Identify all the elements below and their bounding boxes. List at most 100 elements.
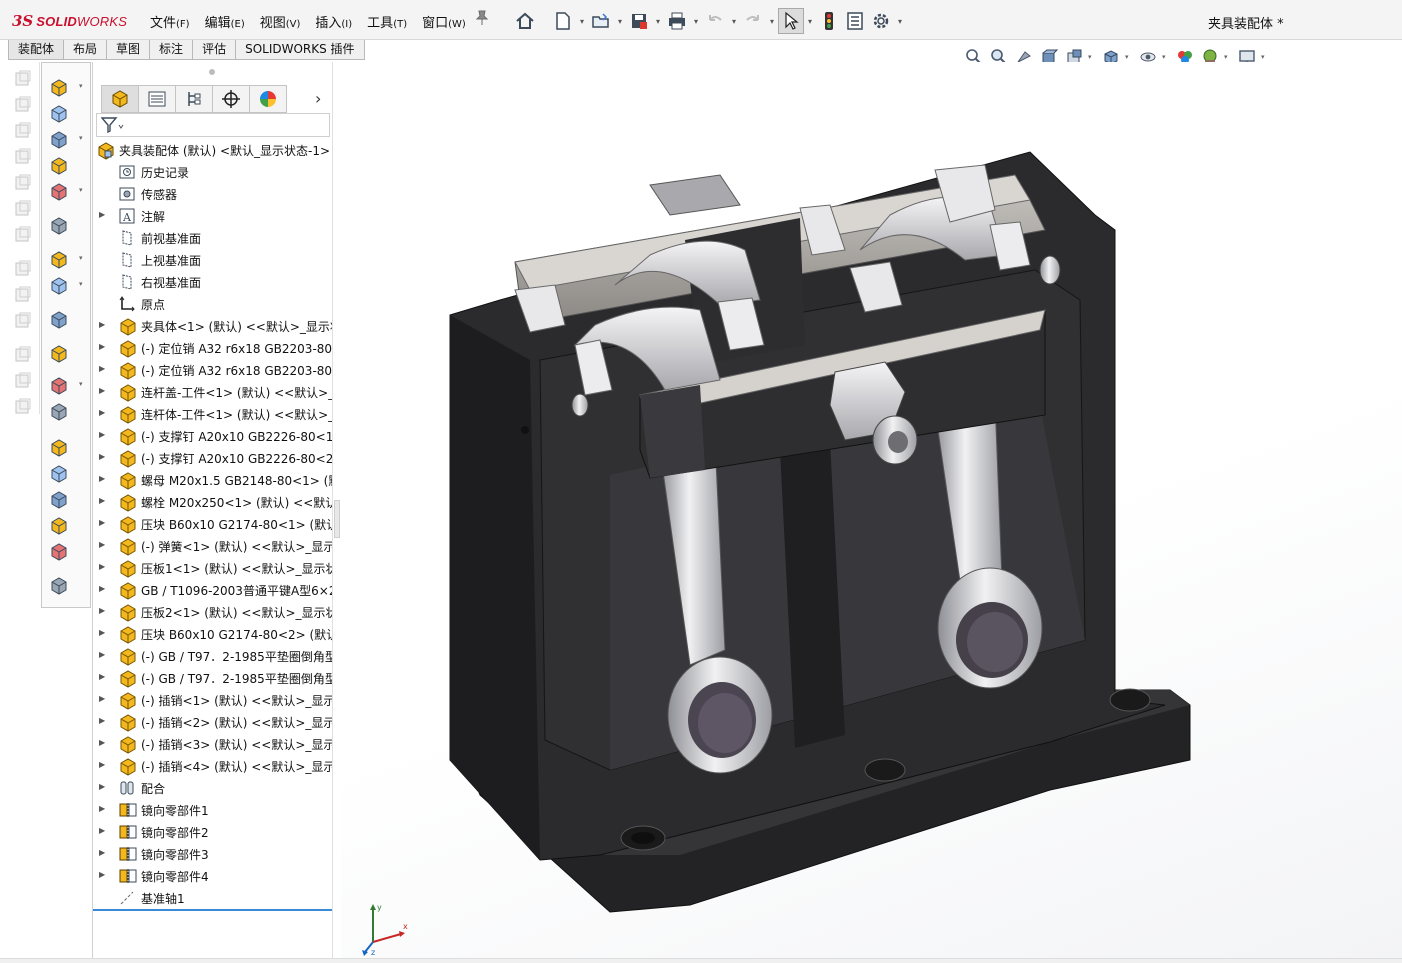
expand-chevron-icon[interactable]: ▶ [99,452,105,461]
view-orientation-dropdown-icon[interactable]: ▾ [1088,53,1096,61]
home-icon[interactable] [512,8,538,34]
tree-item[interactable]: ▶ (-) 插销<3> (默认) <<默认>_显示状 [93,733,333,755]
tree-item[interactable]: ▶ 镜向零部件1 [93,799,333,821]
hide-show-dropdown-icon[interactable]: ▾ [1162,53,1170,61]
expand-chevron-icon[interactable]: ▶ [99,870,105,879]
tree-item[interactable]: ▶ 夹具体<1> (默认) <<默认>_显示状 [93,315,333,337]
tree-item[interactable]: 传感器 [93,183,333,205]
move-component-dropdown-icon[interactable]: ▾ [79,186,83,194]
displaymanager-tab[interactable] [249,85,287,113]
fixture-assembly-model[interactable] [341,62,1402,962]
smart-fasteners-icon[interactable] [48,155,70,177]
edit-component-icon[interactable] [48,77,70,99]
component-preview-icon[interactable] [12,120,34,142]
menu-window[interactable]: 窗口(W) [422,12,466,31]
tree-item[interactable]: 右视基准面 [93,271,333,293]
menu-view[interactable]: 视图(V) [260,12,301,31]
instant3d-icon[interactable] [48,575,70,597]
tree-item[interactable]: ▶ 压块 B60x10 G2174-80<1> (默认) [93,513,333,535]
explode-line-sketch-icon[interactable] [48,401,70,423]
expand-chevron-icon[interactable]: ▶ [99,848,105,857]
hole-alignment-icon[interactable] [48,489,70,511]
panel-splitter-handle[interactable] [334,500,340,538]
tab-markup[interactable]: 标注 [149,40,194,60]
exploded-view-icon[interactable] [12,370,34,392]
show-hidden-components-icon[interactable] [48,215,70,237]
bill-of-materials-icon[interactable] [48,343,70,365]
expand-chevron-icon[interactable]: ▶ [99,738,105,747]
dimxpert-tab[interactable] [212,85,250,113]
pin-menu-icon[interactable] [475,10,490,28]
tree-item[interactable]: ▶ A 注解 [93,205,333,227]
tree-item[interactable]: ▶ 螺栓 M20x250<1> (默认) <<默认 [93,491,333,513]
view-settings-dropdown-icon[interactable]: ▾ [1261,53,1269,61]
select-dropdown-icon[interactable]: ▾ [804,8,816,34]
new-motion-study-icon[interactable] [12,310,34,332]
tree-item[interactable]: 基准轴1 [93,887,333,909]
new-motion-study-icon[interactable] [48,309,70,331]
expand-chevron-icon[interactable]: ▶ [99,518,105,527]
linear-component-pattern-icon[interactable] [48,129,70,151]
reference-geometry-icon[interactable] [48,275,70,297]
open-icon[interactable] [588,8,614,34]
tree-root-assembly[interactable]: 夹具装配体 (默认) <默认_显示状态-1> [93,139,333,161]
file-properties-icon[interactable] [842,8,868,34]
expand-chevron-icon[interactable]: ▶ [99,540,105,549]
new-document-icon[interactable] [550,8,576,34]
expand-chevron-icon[interactable]: ▶ [99,760,105,769]
interference-detection-icon[interactable] [48,437,70,459]
tab-layout[interactable]: 布局 [63,40,108,60]
reference-geometry-icon[interactable] [12,284,34,306]
tab-evaluate[interactable]: 评估 [192,40,237,60]
tree-item[interactable]: ▶ 连杆盖-工件<1> (默认) <<默认>_显 [93,381,333,403]
exploded-view-icon[interactable] [48,375,70,397]
smart-fasteners-icon[interactable] [12,172,34,194]
tree-item[interactable]: ▶ 压块 B60x10 G2174-80<2> (默认) [93,623,333,645]
expand-chevron-icon[interactable]: ▶ [99,342,105,351]
menu-insert[interactable]: 插入(I) [315,12,352,31]
move-component-icon[interactable] [48,181,70,203]
print-dropdown-icon[interactable]: ▾ [690,8,702,34]
menu-edit[interactable]: 编辑(E) [205,12,245,31]
expand-chevron-icon[interactable]: ▶ [99,650,105,659]
expand-chevron-icon[interactable]: ▶ [99,606,105,615]
tree-item[interactable]: ▶ 镜向零部件4 [93,865,333,887]
clearance-verification-icon[interactable] [48,463,70,485]
assembly-features-icon[interactable] [12,258,34,280]
insert-component-icon[interactable] [12,68,34,90]
solidworks-logo[interactable]: 3S SOLIDWORKS [12,10,127,32]
expand-chevron-icon[interactable]: ▶ [99,210,105,219]
tree-item[interactable]: ▶ (-) 插销<1> (默认) <<默认>_显示状 [93,689,333,711]
tree-item[interactable]: ▶ (-) GB / T97．2-1985平垫圈倒角型 [93,645,333,667]
new-dropdown-icon[interactable]: ▾ [576,8,588,34]
panel-resize-bar[interactable] [332,62,340,962]
tab-assembly[interactable]: 装配体 [8,40,65,60]
tree-item[interactable]: ▶ (-) 插销<2> (默认) <<默认>_显示状 [93,711,333,733]
save-dropdown-icon[interactable]: ▾ [652,8,664,34]
apply-scene-dropdown-icon[interactable]: ▾ [1224,53,1232,61]
tree-item[interactable]: ▶ GB / T1096-2003普通平键A型6×20 [93,579,333,601]
graphics-area[interactable]: y x z [341,62,1402,962]
panel-grip[interactable] [209,69,215,75]
expand-chevron-icon[interactable]: ▶ [99,782,105,791]
tree-item[interactable]: 上视基准面 [93,249,333,271]
tab-solidworks-addins[interactable]: SOLIDWORKS 插件 [235,40,365,60]
tree-item[interactable]: ▶ (-) GB / T97．2-1985平垫圈倒角型 [93,667,333,689]
save-icon[interactable] [626,8,652,34]
tree-item[interactable]: 前视基准面 [93,227,333,249]
undo-dropdown-icon[interactable]: ▾ [728,8,740,34]
expand-chevron-icon[interactable]: ▶ [99,694,105,703]
expand-chevron-icon[interactable]: ▶ [99,562,105,571]
featuremanager-tab[interactable] [101,85,139,113]
tree-item[interactable]: ▶ (-) 定位销 A32 r6x18 GB2203-80< [93,359,333,381]
menu-tools[interactable]: 工具(T) [367,12,407,31]
move-component-icon[interactable] [12,198,34,220]
rollback-bar[interactable] [93,909,333,911]
tree-item[interactable]: ▶ 配合 [93,777,333,799]
more-tabs-chevron-icon[interactable]: › [315,89,321,108]
tree-item[interactable]: ▶ 螺母 M20x1.5 GB2148-80<1> (默 [93,469,333,491]
tab-sketch[interactable]: 草图 [106,40,151,60]
select-icon[interactable] [778,8,804,34]
tree-filter-box[interactable] [96,113,330,137]
tree-item[interactable]: ▶ (-) 定位销 A32 r6x18 GB2203-80< [93,337,333,359]
